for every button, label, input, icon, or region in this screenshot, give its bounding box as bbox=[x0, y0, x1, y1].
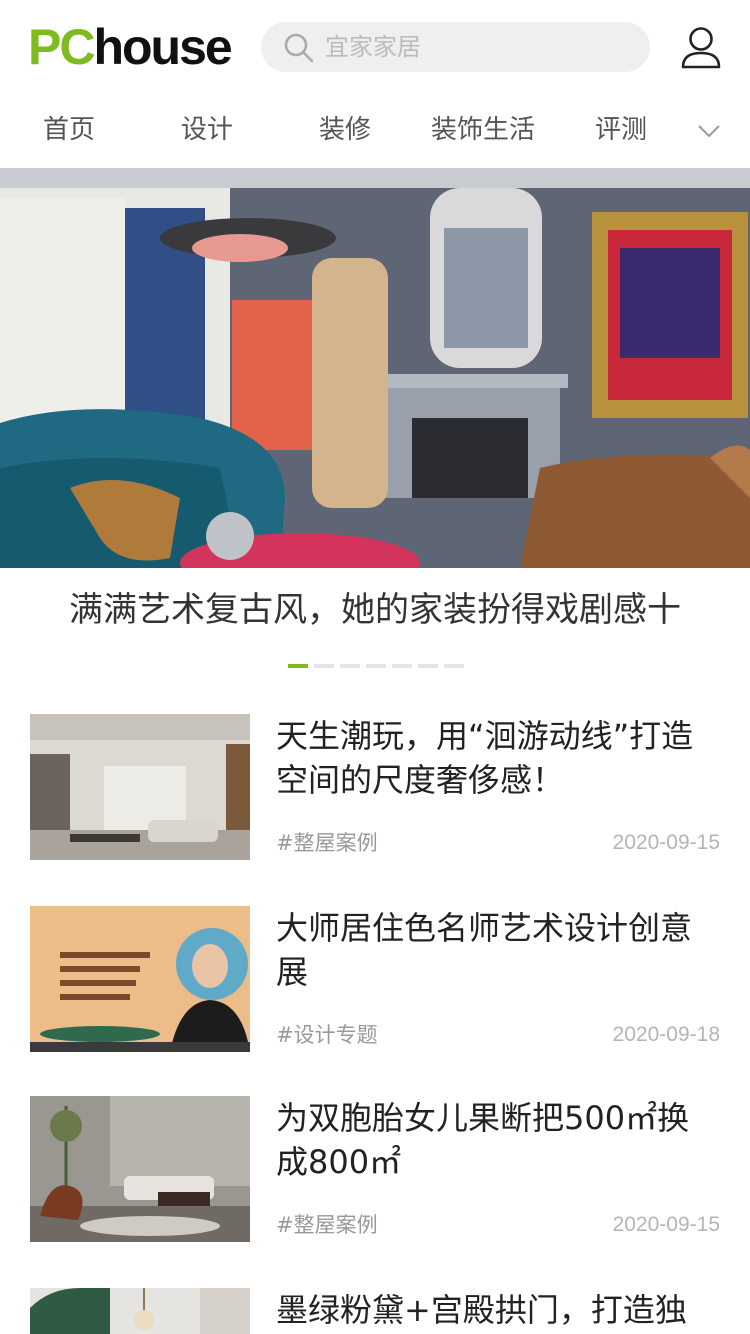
carousel-dot[interactable] bbox=[314, 664, 334, 668]
article-tag[interactable]: #整屋案例 bbox=[276, 1212, 378, 1238]
article-title[interactable]: 天生潮玩，用“洄游动线”打造 空间的尺度奢侈感！ bbox=[276, 714, 722, 802]
carousel-dot[interactable] bbox=[288, 664, 308, 668]
banner-image bbox=[0, 168, 750, 568]
article-title-line: 展 bbox=[276, 953, 309, 991]
article-date: 2020-09-18 bbox=[612, 1023, 720, 1046]
pchouse-logo[interactable]: PChouse bbox=[28, 19, 233, 75]
article-title[interactable]: 为双胞胎女儿果断把500㎡换 成800㎡ bbox=[276, 1096, 722, 1184]
article-title[interactable]: 大师居住色名师艺术设计创意 展 bbox=[276, 906, 722, 994]
banner-carousel[interactable] bbox=[0, 168, 750, 568]
article-thumbnail bbox=[30, 714, 250, 860]
carousel-dot[interactable] bbox=[444, 664, 464, 668]
article-title-line: 天生潮玩，用“洄游动线”打造 bbox=[276, 717, 694, 755]
nav-item-decor-life[interactable]: 装饰生活 bbox=[426, 112, 540, 148]
article-date: 2020-09-15 bbox=[612, 1213, 720, 1236]
article-title-line: 大师居住色名师艺术设计创意 bbox=[276, 909, 693, 947]
article-thumbnail bbox=[30, 1096, 250, 1242]
nav-item-review[interactable]: 评测 bbox=[592, 112, 650, 148]
article-title[interactable]: 墨绿粉黛+宫殿拱门，打造独 bbox=[276, 1288, 720, 1332]
header: PChouse bbox=[0, 0, 750, 96]
carousel-dot[interactable] bbox=[418, 664, 438, 668]
logo-house: house bbox=[93, 19, 232, 75]
article-item[interactable]: 为双胞胎女儿果断把500㎡换 成800㎡ #整屋案例 2020-09-15 bbox=[30, 1096, 720, 1242]
article-title-line: 空间的尺度奢侈感！ bbox=[276, 761, 565, 799]
search-icon bbox=[284, 33, 314, 63]
banner-title[interactable]: 满满艺术复古风，她的家装扮得戏剧感十 bbox=[0, 584, 750, 636]
nav-item-design[interactable]: 设计 bbox=[178, 112, 236, 148]
article-tag[interactable]: #整屋案例 bbox=[276, 830, 378, 856]
article-tag[interactable]: #设计专题 bbox=[276, 1022, 378, 1048]
article-item[interactable]: 天生潮玩，用“洄游动线”打造 空间的尺度奢侈感！ #整屋案例 2020-09-1… bbox=[30, 714, 720, 860]
logo-pc: PC bbox=[28, 19, 95, 75]
search-bar[interactable] bbox=[261, 22, 650, 72]
article-item[interactable]: 大师居住色名师艺术设计创意 展 #设计专题 2020-09-18 bbox=[30, 906, 720, 1052]
article-title-line: 为双胞胎女儿果断把500㎡换 bbox=[276, 1099, 690, 1137]
article-thumbnail bbox=[30, 906, 250, 1052]
nav-item-home[interactable]: 首页 bbox=[40, 112, 98, 148]
nav-item-decoration[interactable]: 装修 bbox=[316, 112, 374, 148]
article-date: 2020-09-15 bbox=[612, 831, 720, 854]
carousel-dot[interactable] bbox=[366, 664, 386, 668]
article-title-line: 成800㎡ bbox=[276, 1143, 402, 1181]
chevron-down-icon[interactable] bbox=[696, 118, 722, 144]
user-icon[interactable] bbox=[680, 25, 722, 69]
carousel-dot[interactable] bbox=[392, 664, 412, 668]
category-nav: 首页 设计 装修 装饰生活 评测 bbox=[0, 100, 750, 162]
article-title-line: 墨绿粉黛+宫殿拱门，打造独 bbox=[276, 1291, 687, 1329]
article-item[interactable]: 墨绿粉黛+宫殿拱门，打造独 bbox=[30, 1288, 720, 1334]
article-thumbnail bbox=[30, 1288, 250, 1334]
carousel-dot[interactable] bbox=[340, 664, 360, 668]
search-input[interactable] bbox=[325, 22, 625, 72]
